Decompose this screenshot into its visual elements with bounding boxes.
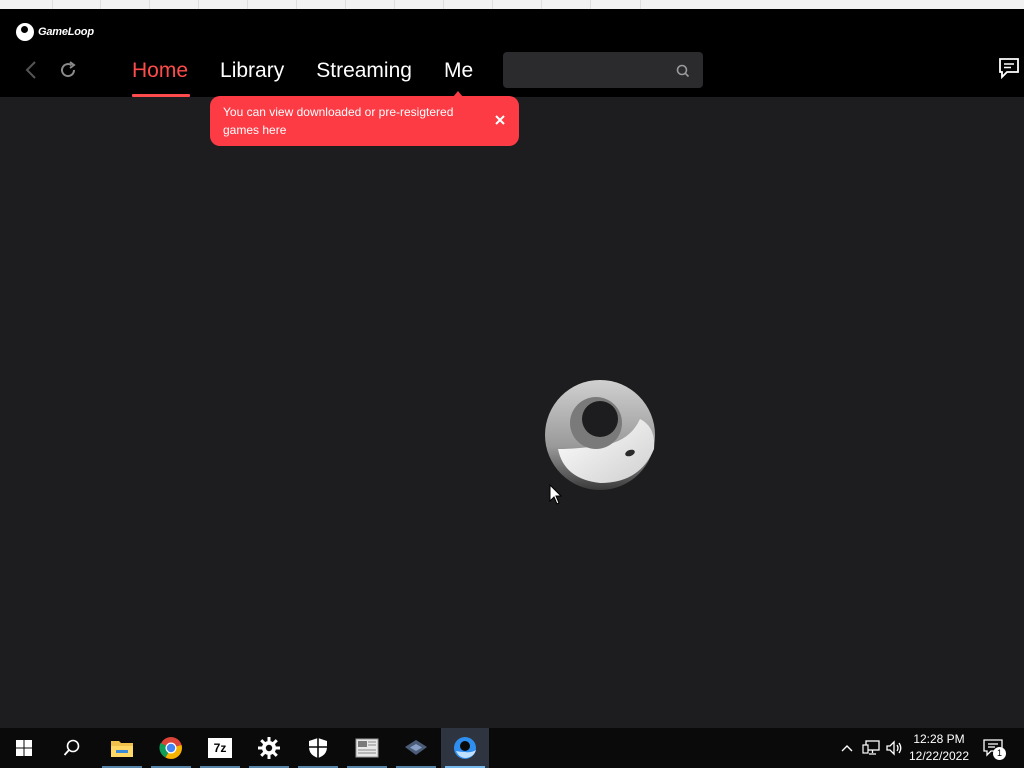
tooltip-text: You can view downloaded or pre-resigtere…: [223, 105, 454, 137]
search-button[interactable]: [675, 63, 691, 79]
tooltip-close-button[interactable]: [492, 112, 508, 128]
tab-streaming[interactable]: Streaming: [316, 59, 412, 97]
clock-time: 12:28 PM: [913, 732, 965, 746]
tab-home[interactable]: Home: [132, 59, 191, 97]
shield-icon: [309, 738, 327, 758]
close-icon: [495, 115, 505, 125]
notification-count-badge: 1: [993, 747, 1006, 760]
tray-show-hidden-button[interactable]: [838, 728, 856, 768]
volume-icon: [886, 740, 902, 756]
back-button[interactable]: [19, 57, 43, 83]
search-icon: [676, 64, 690, 78]
search-box: [503, 52, 703, 88]
mouse-cursor-icon: [549, 484, 563, 505]
image-icon: [355, 738, 379, 758]
taskbar-file-explorer[interactable]: [98, 728, 146, 768]
taskbar-search-button[interactable]: [48, 728, 96, 768]
tray-network-button[interactable]: [860, 728, 882, 768]
windows-logo-icon: [16, 740, 32, 756]
7zip-icon: 7z: [208, 738, 232, 758]
library-tooltip: You can view downloaded or pre-resigtere…: [210, 91, 519, 146]
box-icon: [405, 740, 427, 755]
taskbar-settings[interactable]: [245, 728, 293, 768]
refresh-icon: [61, 61, 76, 78]
taskbar-gameloop[interactable]: [441, 728, 489, 768]
window-top-strip: [0, 0, 1024, 9]
loading-gameloop-logo-icon: [545, 380, 655, 490]
back-arrow-icon: [25, 61, 36, 79]
network-icon: [862, 740, 880, 755]
search-icon: [63, 739, 80, 756]
chevron-up-icon: [841, 745, 853, 752]
windows-taskbar: 7z 12:28 PM 12/22/2022: [0, 728, 1024, 768]
gameloop-icon: [454, 737, 476, 759]
taskbar-image-viewer[interactable]: [343, 728, 391, 768]
main-tabs: Home Library Streaming Me: [132, 59, 505, 97]
brand-name: GameLoop: [38, 26, 94, 38]
gameloop-window: GameLoop Home Library Streaming Me You c…: [0, 9, 1024, 728]
clock-date: 12/22/2022: [908, 749, 970, 763]
taskbar-chrome[interactable]: [147, 728, 195, 768]
message-icon: [999, 58, 1019, 80]
tray-volume-button[interactable]: [884, 728, 904, 768]
7zip-label: 7z: [213, 741, 227, 755]
search-input[interactable]: [511, 52, 666, 88]
start-button[interactable]: [0, 728, 48, 768]
tab-library[interactable]: Library: [220, 59, 284, 97]
folder-icon: [111, 741, 133, 757]
gear-icon: [258, 737, 280, 759]
tray-clock[interactable]: 12:28 PM 12/22/2022: [904, 731, 974, 765]
messages-button[interactable]: [998, 57, 1020, 80]
taskbar-windows-security[interactable]: [294, 728, 342, 768]
refresh-button[interactable]: [56, 57, 80, 83]
gameloop-logo-icon: [16, 23, 34, 41]
brand: GameLoop: [16, 23, 94, 41]
taskbar-7zip[interactable]: 7z: [196, 728, 244, 768]
app-header: GameLoop Home Library Streaming Me: [0, 9, 1024, 97]
chrome-icon: [159, 737, 182, 759]
taskbar-virtualbox[interactable]: [392, 728, 440, 768]
